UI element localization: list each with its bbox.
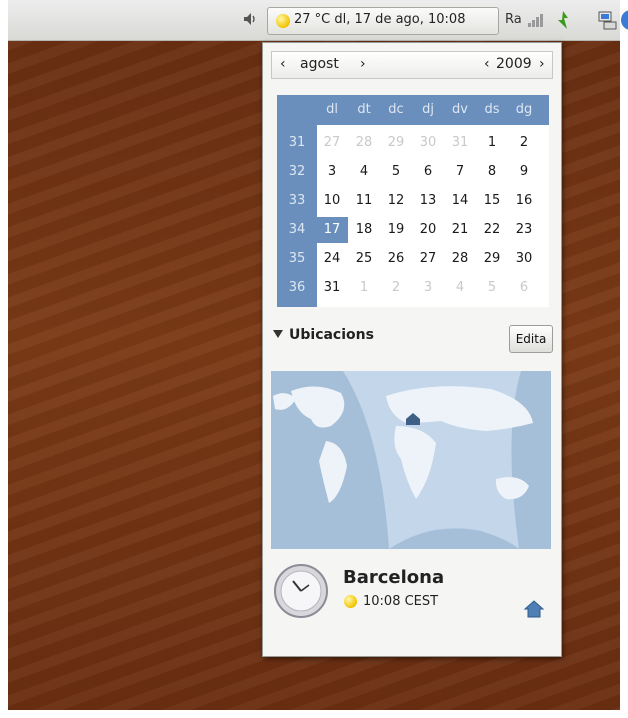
top-panel: 27 °C dl, 17 de ago, 10:08 Ra	[8, 0, 628, 41]
calendar-day[interactable]: 25	[352, 247, 376, 271]
analog-clock-icon	[274, 564, 328, 618]
week-number: 36	[288, 280, 306, 295]
day-name-dg: dg	[515, 102, 533, 117]
locations-title: Ubicacions	[289, 327, 374, 343]
location-sun-icon	[344, 595, 357, 608]
week-number: 35	[288, 251, 306, 266]
calendar-grid: dl dt dc dj dv ds dg 31 32 33 34 35 36 27 28 29 30 31 1 2 3 4…	[277, 95, 549, 307]
weather-sun-icon	[276, 14, 290, 28]
day-name-dv: dv	[452, 102, 468, 117]
calendar-day[interactable]: 2	[512, 131, 536, 155]
calendar-day[interactable]: 16	[512, 189, 536, 213]
calendar-day[interactable]: 9	[512, 160, 536, 184]
calendar-day[interactable]: 28	[352, 131, 376, 155]
calendar-day[interactable]: 21	[448, 218, 472, 242]
day-name-dc: dc	[388, 102, 404, 117]
expander-triangle-icon	[273, 330, 283, 338]
edit-button[interactable]: Edita	[509, 325, 553, 353]
prev-month-button[interactable]: ‹	[280, 56, 286, 72]
calendar-day[interactable]: 6	[512, 276, 536, 300]
calendar-day[interactable]: 20	[416, 218, 440, 242]
week-number: 32	[288, 164, 306, 179]
calendar-day[interactable]: 5	[480, 276, 504, 300]
volume-icon[interactable]	[241, 10, 259, 28]
prev-year-button[interactable]: ‹	[484, 56, 490, 72]
calendar-day[interactable]: 30	[416, 131, 440, 155]
day-name-dt: dt	[357, 102, 371, 117]
calendar-day[interactable]: 13	[416, 189, 440, 213]
calendar-day[interactable]: 1	[480, 131, 504, 155]
calendar-day[interactable]: 11	[352, 189, 376, 213]
calendar-day[interactable]: 24	[320, 247, 344, 271]
calendar-day[interactable]: 8	[480, 160, 504, 184]
day-name-dj: dj	[422, 102, 434, 117]
calendar-day-today[interactable]: 17	[320, 218, 344, 242]
calendar-day[interactable]: 29	[384, 131, 408, 155]
clock-applet-text: 27 °C dl, 17 de ago, 10:08	[294, 12, 466, 27]
day-name-dl: dl	[326, 102, 338, 117]
calendar-header: ‹ agost › ‹ 2009 ›	[271, 51, 553, 79]
calendar-day[interactable]: 7	[448, 160, 472, 184]
calendar-day[interactable]: 3	[320, 160, 344, 184]
calendar-day[interactable]: 5	[384, 160, 408, 184]
calendar-day[interactable]: 29	[480, 247, 504, 271]
month-label: agost	[300, 56, 339, 72]
locations-expander[interactable]: Ubicacions	[273, 327, 374, 343]
network-signal-icon[interactable]	[527, 13, 545, 27]
calendar-day[interactable]: 22	[480, 218, 504, 242]
year-label: 2009	[496, 56, 532, 72]
location-time: 10:08 CEST	[363, 594, 439, 609]
calendar-popup: ‹ agost › ‹ 2009 › dl dt dc dj dv ds dg 31 32 33 3…	[262, 42, 562, 657]
week-number: 31	[288, 135, 306, 150]
clock-applet[interactable]: 27 °C dl, 17 de ago, 10:08	[267, 7, 499, 35]
calendar-day[interactable]: 10	[320, 189, 344, 213]
calendar-day[interactable]: 6	[416, 160, 440, 184]
calendar-day[interactable]: 4	[352, 160, 376, 184]
set-home-location-icon[interactable]	[523, 598, 545, 620]
calendar-day[interactable]: 26	[384, 247, 408, 271]
bluetooth-icon[interactable]	[620, 9, 628, 31]
calendar-day[interactable]: 23	[512, 218, 536, 242]
calendar-day[interactable]: 18	[352, 218, 376, 242]
network-computer-icon[interactable]	[596, 9, 618, 31]
calendar-day[interactable]: 14	[448, 189, 472, 213]
calendar-day[interactable]: 27	[320, 131, 344, 155]
calendar-day[interactable]: 30	[512, 247, 536, 271]
energy-manager-icon[interactable]	[552, 9, 574, 31]
calendar-day[interactable]: 2	[384, 276, 408, 300]
calendar-day[interactable]: 31	[448, 131, 472, 155]
calendar-day[interactable]: 27	[416, 247, 440, 271]
next-month-button[interactable]: ›	[360, 56, 366, 72]
calendar-day[interactable]: 12	[384, 189, 408, 213]
world-map	[271, 371, 551, 549]
user-name[interactable]: Ra	[505, 12, 522, 27]
calendar-day[interactable]: 4	[448, 276, 472, 300]
calendar-day[interactable]: 1	[352, 276, 376, 300]
calendar-day[interactable]: 19	[384, 218, 408, 242]
location-city: Barcelona	[343, 567, 445, 588]
week-number: 34	[288, 222, 306, 237]
calendar-day[interactable]: 15	[480, 189, 504, 213]
day-name-ds: ds	[484, 102, 500, 117]
calendar-day[interactable]: 3	[416, 276, 440, 300]
calendar-day[interactable]: 28	[448, 247, 472, 271]
next-year-button[interactable]: ›	[539, 56, 545, 72]
week-number: 33	[288, 193, 306, 208]
calendar-day[interactable]: 31	[320, 276, 344, 300]
